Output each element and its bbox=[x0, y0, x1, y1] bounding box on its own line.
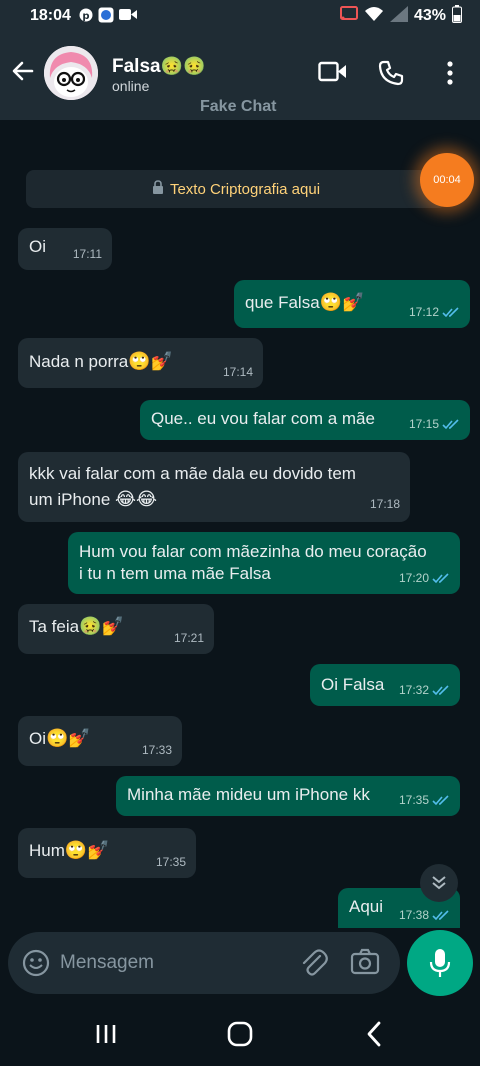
message-outgoing[interactable]: Minha mãe mideu um iPhone kk 17:35 bbox=[116, 776, 460, 816]
double-check-icon bbox=[432, 572, 449, 583]
message-composer[interactable]: Mensagem bbox=[8, 932, 400, 994]
message-text: Que.. eu vou falar com a mãe bbox=[151, 409, 375, 428]
cast-icon bbox=[339, 5, 358, 27]
home-icon[interactable] bbox=[226, 1020, 254, 1053]
signal-icon bbox=[389, 5, 408, 27]
message-text: kkk vai falar com a mãe dala eu dovido t… bbox=[29, 464, 356, 483]
battery-percent: 43% bbox=[413, 7, 446, 24]
more-options-icon[interactable] bbox=[444, 60, 456, 91]
chat-area[interactable]: Texto Criptografia aqui 00:04 Oi 17:11 q… bbox=[0, 120, 480, 928]
message-text-line2: i tu n tem uma mãe Falsa bbox=[79, 564, 271, 583]
double-check-icon bbox=[442, 306, 459, 317]
wifi-icon bbox=[364, 6, 384, 27]
emoji-picker-icon[interactable] bbox=[22, 949, 50, 982]
message-emoji: 🙄💅 bbox=[128, 351, 174, 372]
watermark: Fake Chat bbox=[200, 98, 277, 115]
message-time: 17:20 bbox=[398, 571, 429, 585]
message-time: 17:32 bbox=[398, 683, 429, 697]
back-arrow-icon[interactable] bbox=[10, 58, 36, 84]
status-time: 18:04 bbox=[30, 7, 71, 24]
message-incoming[interactable]: Ta feia🤢💅 17:21 bbox=[18, 604, 214, 654]
message-time: 17:35 bbox=[155, 855, 186, 869]
double-chevron-down-icon bbox=[432, 876, 446, 890]
contact-status: online bbox=[112, 78, 150, 94]
microphone-icon bbox=[429, 949, 451, 977]
voice-record-button[interactable] bbox=[407, 930, 473, 996]
message-text-line2: um iPhone bbox=[29, 490, 111, 509]
message-text: que Falsa bbox=[245, 293, 320, 312]
video-call-icon[interactable] bbox=[318, 60, 348, 89]
message-incoming[interactable]: Hum🙄💅 17:35 bbox=[18, 828, 196, 878]
pinterest-icon: p bbox=[79, 8, 93, 25]
message-outgoing[interactable]: Oi Falsa 17:32 bbox=[310, 664, 460, 706]
message-outgoing[interactable]: Que.. eu vou falar com a mãe 17:15 bbox=[140, 400, 470, 440]
message-text: Minha mãe mideu um iPhone kk bbox=[127, 785, 370, 804]
message-text: Aqui bbox=[349, 897, 384, 916]
battery-icon bbox=[452, 4, 462, 28]
avatar[interactable] bbox=[44, 46, 98, 100]
message-time: 17:14 bbox=[222, 365, 253, 379]
message-incoming[interactable]: Oi🙄💅 17:33 bbox=[18, 716, 182, 766]
message-text: Oi bbox=[29, 237, 46, 256]
camera-icon[interactable] bbox=[350, 948, 380, 981]
message-time: 17:33 bbox=[141, 743, 172, 757]
back-nav-icon[interactable] bbox=[364, 1020, 384, 1053]
lock-icon bbox=[152, 180, 164, 198]
message-time: 17:15 bbox=[408, 417, 439, 431]
message-text: Oi bbox=[29, 729, 46, 748]
double-check-icon bbox=[442, 418, 459, 429]
encryption-notice-text: Texto Criptografia aqui bbox=[169, 180, 321, 198]
contact-name[interactable]: Falsa🤢🤢 bbox=[112, 56, 205, 78]
message-emoji: 😂😂 bbox=[115, 489, 158, 510]
double-check-icon bbox=[432, 684, 449, 695]
message-time: 17:21 bbox=[173, 631, 204, 645]
message-text: Ta feia bbox=[29, 617, 80, 636]
scroll-down-button[interactable] bbox=[420, 864, 458, 902]
contact-name-text: Falsa bbox=[112, 56, 161, 77]
message-time: 17:38 bbox=[398, 908, 429, 922]
attach-icon[interactable] bbox=[300, 948, 328, 983]
message-time: 17:12 bbox=[408, 305, 439, 319]
double-check-icon bbox=[432, 909, 449, 920]
message-emoji: 🤢💅 bbox=[79, 616, 124, 637]
message-emoji: 🙄💅 bbox=[46, 728, 91, 749]
message-outgoing[interactable]: que Falsa🙄💅 17:12 bbox=[234, 280, 470, 328]
recent-apps-icon[interactable] bbox=[94, 1022, 118, 1051]
message-incoming[interactable]: Nada n porra🙄💅 17:14 bbox=[18, 338, 263, 388]
message-input[interactable]: Mensagem bbox=[60, 952, 154, 974]
message-text: Hum vou falar com mãezinha do meu coraçã… bbox=[79, 542, 427, 561]
system-nav-bar bbox=[0, 1000, 480, 1066]
encryption-notice[interactable]: Texto Criptografia aqui bbox=[26, 170, 446, 208]
message-time: 17:18 bbox=[369, 497, 400, 511]
status-bar: 18:04 p 43% bbox=[0, 0, 480, 32]
svg-text:p: p bbox=[82, 11, 89, 22]
contact-name-emoji: 🤢🤢 bbox=[160, 56, 206, 77]
messenger-icon bbox=[98, 7, 114, 26]
video-camera-icon bbox=[118, 8, 137, 24]
message-emoji: 🙄💅 bbox=[64, 840, 110, 861]
message-emoji: 🙄💅 bbox=[319, 292, 365, 313]
double-check-icon bbox=[432, 794, 449, 805]
message-text: Nada n porra bbox=[29, 352, 129, 371]
voice-call-icon[interactable] bbox=[378, 60, 404, 91]
chat-header: Falsa🤢🤢 online Fake Chat bbox=[0, 32, 480, 120]
message-incoming[interactable]: kkk vai falar com a mãe dala eu dovido t… bbox=[18, 452, 410, 522]
recording-badge: 00:04 bbox=[420, 153, 474, 207]
message-text: Hum bbox=[29, 841, 65, 860]
message-time: 17:11 bbox=[72, 247, 102, 261]
message-incoming[interactable]: Oi 17:11 bbox=[18, 228, 112, 270]
message-outgoing[interactable]: Hum vou falar com mãezinha do meu coraçã… bbox=[68, 532, 460, 594]
message-text: Oi Falsa bbox=[321, 675, 385, 694]
message-time: 17:35 bbox=[398, 793, 429, 807]
